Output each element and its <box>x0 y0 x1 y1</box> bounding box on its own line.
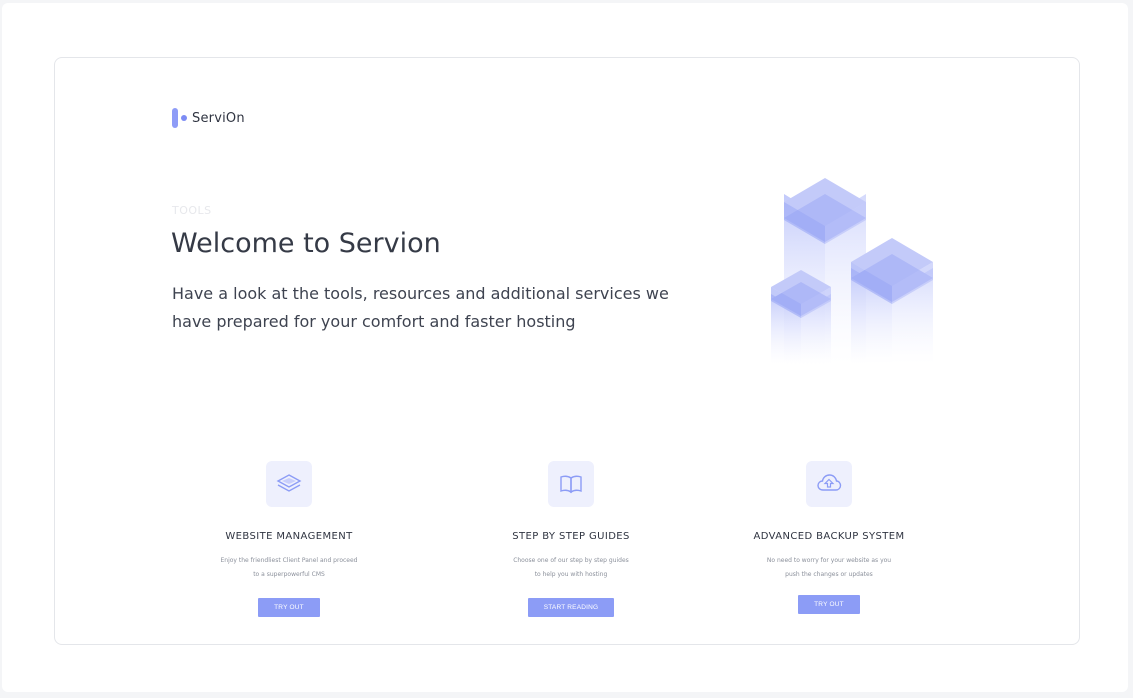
start-reading-button[interactable]: START READING <box>527 598 615 617</box>
feature-title: STEP BY STEP GUIDES <box>512 531 630 542</box>
try-out-button[interactable]: TRY OUT <box>258 598 320 617</box>
book-icon <box>548 461 594 507</box>
feature-website-management: WEBSITE MANAGEMENT Enjoy the friendliest… <box>169 461 409 617</box>
feature-title: WEBSITE MANAGEMENT <box>225 531 353 542</box>
feature-description: Enjoy the friendliest Client Panel and p… <box>220 557 358 578</box>
feature-advanced-backup-system: ADVANCED BACKUP SYSTEM No need to worry … <box>709 461 949 614</box>
try-out-button[interactable]: TRY OUT <box>798 595 860 614</box>
feature-step-by-step-guides: STEP BY STEP GUIDES Choose one of our st… <box>451 461 691 617</box>
brand-name: ServiOn <box>192 110 245 126</box>
feature-description: No need to worry for your website as you… <box>766 557 892 578</box>
brand-logo[interactable]: ServiOn <box>171 108 245 128</box>
server-blocks-illustration <box>771 178 933 364</box>
page-background: ServiOn TOOLS Welcome to Servion Have a … <box>2 3 1128 692</box>
page-subtitle: Have a look at the tools, resources and … <box>172 284 669 331</box>
feature-description: Choose one of our step by step guides to… <box>513 557 629 578</box>
section-eyebrow: TOOLS <box>172 204 212 217</box>
feature-title: ADVANCED BACKUP SYSTEM <box>753 531 905 542</box>
welcome-card: ServiOn TOOLS Welcome to Servion Have a … <box>54 57 1080 645</box>
cloud-upload-icon <box>806 461 852 507</box>
page-title: Welcome to Servion <box>171 228 441 259</box>
logo-icon <box>171 108 189 128</box>
layers-icon <box>266 461 312 507</box>
